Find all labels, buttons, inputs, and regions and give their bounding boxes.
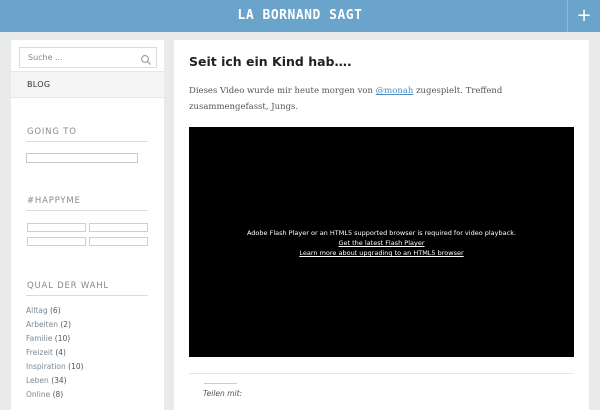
sidebar: BLOG GOING TO #HAPPYME QUAL DER WAHL All… [11,40,164,410]
video-requirement-text: Adobe Flash Player or an HTML5 supported… [246,229,517,237]
happyme-image[interactable] [27,237,86,246]
category-count: (34) [51,376,67,385]
category-list: Alltag (6) Arbeiten (2) Familie (10) Fre… [26,304,84,402]
share-divider [204,383,237,384]
post-text: Dieses Video wurde mir heute morgen von … [189,83,581,115]
search-box [19,47,157,68]
category-link[interactable]: Freizeit [26,348,53,357]
category-link[interactable]: Online [26,390,50,399]
widget-title-going-to: GOING TO [27,127,77,137]
category-count: (2) [60,320,71,329]
widget-title-categories: QUAL DER WAHL [27,281,109,291]
post-divider [189,373,574,374]
widget-title-happyme: #HAPPYME [27,196,81,206]
category-link[interactable]: Inspiration [26,362,66,371]
html5-upgrade-link[interactable]: Learn more about upgrading to an HTML5 b… [189,248,574,258]
category-count: (10) [54,334,71,343]
happyme-image[interactable] [27,223,86,232]
search-input[interactable] [20,48,138,67]
category-item: Arbeiten (2) [26,318,84,332]
site-title[interactable]: LA BORNAND SAGT [0,0,600,32]
widget-divider [26,141,148,142]
category-count: (10) [68,362,84,371]
share-label: Teilen mit: [203,389,243,398]
category-item: Freizeit (4) [26,346,84,360]
category-count: (4) [55,348,66,357]
main-content: Seit ich ein Kind hab…. Dieses Video wur… [174,40,589,410]
category-item: Familie (10) [26,332,84,346]
post-text-start: Dieses Video wurde mir heute morgen von [189,86,376,96]
widget-divider [26,210,148,211]
post-title[interactable]: Seit ich ein Kind hab…. [189,54,352,69]
flash-player-link[interactable]: Get the latest Flash Player [189,238,574,248]
happyme-image[interactable] [89,237,148,246]
category-item: Leben (34) [26,374,84,388]
widget-divider [26,295,148,296]
happyme-image[interactable] [89,223,148,232]
search-icon[interactable] [140,51,152,65]
category-count: (6) [50,306,61,315]
going-to-widget-box [26,153,138,163]
top-bar: LA BORNAND SAGT + [0,0,600,32]
category-link[interactable]: Familie [26,334,52,343]
sidebar-nav: BLOG [11,71,164,98]
video-fallback-message: Adobe Flash Player or an HTML5 supported… [189,228,574,258]
category-count: (8) [52,390,64,399]
category-link[interactable]: Arbeiten [26,320,58,329]
menu-toggle-button[interactable]: + [567,0,600,32]
mention-link[interactable]: @monah [376,86,414,96]
nav-link-blog[interactable]: BLOG [27,72,50,97]
video-player[interactable]: Adobe Flash Player or an HTML5 supported… [189,127,574,357]
category-link[interactable]: Leben [26,376,49,385]
category-link[interactable]: Alltag [26,306,48,315]
category-item: Inspiration (10) [26,360,84,374]
category-item: Alltag (6) [26,304,84,318]
